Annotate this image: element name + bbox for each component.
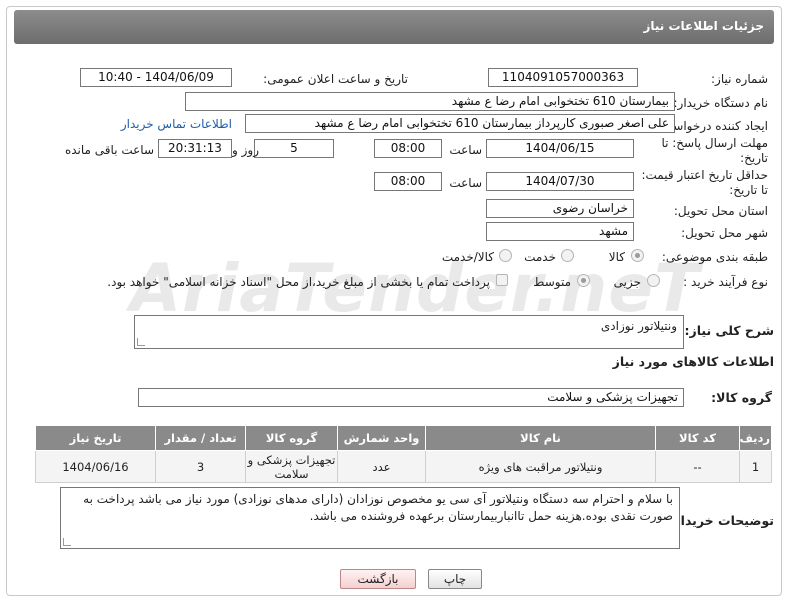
treasury-payment-note: پرداخت تمام یا بخشی از مبلغ خرید،از محل … [107, 275, 490, 289]
summary-label: شرح کلی نیاز: [684, 323, 774, 338]
col-header-quantity: تعداد / مقدار [155, 425, 246, 451]
category-radio-goods-service[interactable] [499, 249, 512, 262]
process-radio-medium[interactable] [577, 274, 590, 287]
col-header-need-date: تاریخ نیاز [35, 425, 156, 451]
category-option-goods-service: کالا/خدمت [441, 250, 494, 264]
buyer-notes-textarea[interactable]: با سلام و احترام سه دستگاه ونتیلاتور آی … [60, 487, 680, 549]
province-field: خراسان رضوی [486, 199, 634, 218]
remaining-label: ساعت باقی مانده [64, 143, 154, 157]
remaining-time-field: 20:31:13 [158, 139, 232, 158]
days-field: 5 [254, 139, 334, 158]
cell-quantity: 3 [155, 450, 246, 483]
col-header-row-number: ردیف [739, 425, 772, 451]
need-number-label: شماره نیاز: [711, 72, 768, 86]
resize-grip-icon[interactable] [137, 338, 145, 346]
announce-date-field: 1404/06/09 - 10:40 [80, 68, 232, 87]
send-time-label: ساعت [449, 143, 482, 157]
buyer-notes-text: با سلام و احترام سه دستگاه ونتیلاتور آی … [83, 492, 673, 523]
need-number-field: 1104091057000363 [488, 68, 638, 87]
process-label: نوع فرآیند خرید : [683, 275, 768, 289]
province-label: استان محل تحویل: [673, 204, 768, 218]
buyer-org-label: نام دستگاه خریدار: [673, 96, 769, 110]
print-button[interactable]: چاپ [428, 569, 482, 589]
process-option-minor: جزیی [613, 275, 641, 289]
category-label: طبقه بندی موضوعی: [661, 250, 768, 264]
col-header-unit: واحد شمارش [337, 425, 426, 451]
send-time-field: 08:00 [374, 139, 442, 158]
cell-goods-code: -- [655, 450, 740, 483]
city-label: شهر محل تحویل: [681, 226, 768, 240]
cell-goods-group: تجهیزات پزشکی و سلامت [245, 450, 338, 483]
col-header-goods-group: گروه کالا [245, 425, 338, 451]
goods-section-title: اطلاعات کالاهای مورد نیاز [612, 354, 774, 369]
cell-row-number: 1 [739, 450, 772, 483]
category-option-service: خدمت [524, 250, 556, 264]
process-option-medium: متوسط [533, 275, 571, 289]
process-radio-minor[interactable] [647, 274, 660, 287]
col-header-goods-code: کد کالا [655, 425, 740, 451]
resize-grip-icon[interactable] [63, 538, 71, 546]
announce-date-label: تاریخ و ساعت اعلان عمومی: [263, 72, 408, 86]
city-field: مشهد [486, 222, 634, 241]
table-row: 1 -- ونتیلاتور مراقبت های ویژه عدد تجهیز… [35, 450, 772, 483]
goods-group-field: تجهیزات پزشکی و سلامت [138, 388, 684, 407]
send-date-field: 1404/06/15 [486, 139, 634, 158]
page-header: جزئیات اطلاعات نیاز [14, 10, 774, 44]
buyer-org-field: بیمارستان 610 تختخوابی امام رضا ع مشهد [185, 92, 675, 111]
col-header-goods-name: نام کالا [425, 425, 656, 451]
cell-need-date: 1404/06/16 [35, 450, 156, 483]
creator-field: علی اصغر صبوری کارپرداز بیمارستان 610 تخ… [245, 114, 675, 133]
category-radio-service[interactable] [561, 249, 574, 262]
category-option-goods: کالا [608, 250, 625, 264]
contact-info-link[interactable]: اطلاعات تماس خریدار [121, 117, 232, 131]
cell-goods-name: ونتیلاتور مراقبت های ویژه [425, 450, 656, 483]
send-deadline-label: مهلت ارسال پاسخ: تا تاریخ: [661, 136, 768, 165]
treasury-payment-checkbox[interactable] [496, 274, 508, 286]
price-time-label: ساعت [449, 176, 482, 190]
goods-table-header-row: ردیف کد کالا نام کالا واحد شمارش گروه کا… [35, 425, 772, 451]
days-label: روز و [232, 143, 259, 157]
back-button[interactable]: بازگشت [340, 569, 416, 589]
goods-group-label: گروه کالا: [711, 390, 772, 405]
page-title: جزئیات اطلاعات نیاز [643, 19, 764, 33]
category-radio-goods[interactable] [631, 249, 644, 262]
price-deadline-label: حداقل تاریخ اعتبار قیمت: تا تاریخ: [641, 168, 768, 197]
buyer-notes-label: توضیحات خریدار: [668, 513, 774, 528]
price-date-field: 1404/07/30 [486, 172, 634, 191]
goods-table: ردیف کد کالا نام کالا واحد شمارش گروه کا… [35, 425, 772, 483]
summary-textarea[interactable]: ونتیلاتور نوزادی [134, 315, 684, 349]
price-time-field: 08:00 [374, 172, 442, 191]
summary-text: ونتیلاتور نوزادی [600, 319, 677, 333]
cell-unit: عدد [337, 450, 426, 483]
